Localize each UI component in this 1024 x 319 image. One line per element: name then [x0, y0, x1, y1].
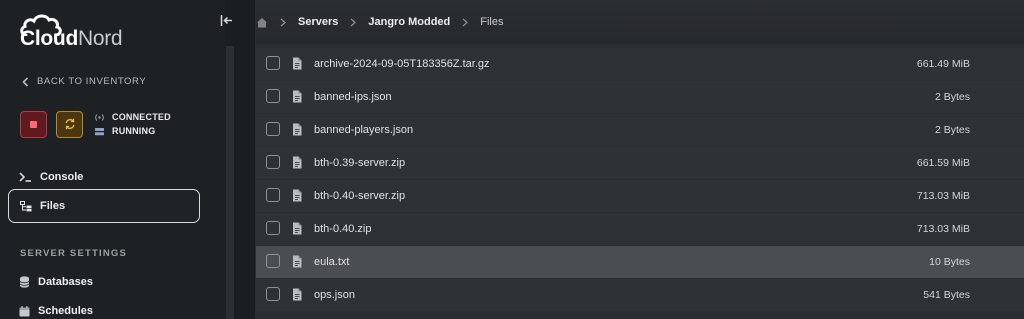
sidebar: CloudNord BACK TO INVENTORY CONNECTED RU…	[0, 0, 226, 319]
breadcrumb-current: Files	[480, 16, 504, 28]
power-controls: CONNECTED RUNNING	[20, 110, 171, 138]
file-size: 661.59 MiB	[916, 157, 970, 169]
file-size: 541 Bytes	[923, 289, 970, 301]
file-select-checkbox[interactable]	[266, 188, 280, 202]
file-row[interactable]: archive-2024-09-05T183356Z.tar.gz 661.49 …	[256, 48, 1024, 80]
database-icon	[19, 276, 30, 288]
file-select-checkbox[interactable]	[266, 254, 280, 268]
nav-console-label: Console	[40, 171, 84, 183]
nav-schedules[interactable]: Schedules	[8, 294, 200, 319]
file-name[interactable]: bth-0.40-server.zip	[314, 180, 405, 213]
breadcrumb-servers[interactable]: Servers	[298, 16, 338, 28]
file-name[interactable]: banned-players.json	[314, 114, 413, 147]
file-select-checkbox[interactable]	[266, 287, 280, 301]
file-icon	[293, 222, 302, 235]
breadcrumb-separator-icon	[462, 18, 469, 27]
file-size: 661.49 MiB	[916, 58, 970, 70]
file-name[interactable]: ops.json	[314, 279, 355, 312]
server-status: CONNECTED RUNNING	[94, 110, 171, 138]
file-icon	[293, 156, 302, 169]
file-icon	[293, 288, 302, 301]
brand-logo[interactable]: CloudNord	[20, 14, 123, 50]
connection-status: CONNECTED	[112, 112, 171, 122]
server-icon	[95, 127, 104, 135]
breadcrumb-separator-icon	[280, 18, 286, 27]
file-name[interactable]: archive-2024-09-05T183356Z.tar.gz	[314, 48, 490, 81]
file-row[interactable]: banned-ips.json 2 Bytes	[256, 81, 1024, 113]
file-size: 713.03 MiB	[916, 223, 970, 235]
nav-files[interactable]: Files	[8, 189, 200, 223]
file-size: 10 Bytes	[929, 256, 970, 268]
back-to-inventory-link[interactable]: BACK TO INVENTORY	[22, 76, 146, 87]
restart-server-button[interactable]	[56, 110, 83, 138]
file-name[interactable]: banned-ips.json	[314, 81, 392, 114]
file-select-checkbox[interactable]	[266, 122, 280, 136]
file-select-checkbox[interactable]	[266, 155, 280, 169]
file-row[interactable]: bth-0.40-server.zip 713.03 MiB	[256, 180, 1024, 212]
file-icon	[293, 189, 302, 202]
stop-icon	[30, 120, 37, 128]
restart-icon	[65, 118, 74, 130]
file-size: 713.03 MiB	[916, 190, 970, 202]
collapse-sidebar-icon[interactable]	[220, 14, 233, 27]
calendar-icon	[19, 305, 30, 316]
nav-files-label: Files	[40, 200, 66, 212]
sidebar-scrollbar[interactable]	[226, 0, 255, 319]
file-icon	[293, 57, 302, 70]
running-status: RUNNING	[112, 126, 156, 136]
file-list: archive-2024-09-05T183356Z.tar.gz 661.49 …	[256, 48, 1024, 312]
file-row[interactable]: bth-0.39-server.zip 661.59 MiB	[256, 147, 1024, 179]
brand-name: CloudNord	[20, 27, 123, 50]
file-row[interactable]: bth-0.40.zip 713.03 MiB	[256, 213, 1024, 245]
nav-schedules-label: Schedules	[38, 305, 94, 317]
terminal-icon	[19, 172, 31, 182]
file-name[interactable]: bth-0.39-server.zip	[314, 147, 405, 180]
file-icon	[293, 90, 302, 103]
back-to-inventory-label: BACK TO INVENTORY	[37, 76, 147, 87]
breadcrumb-server-name[interactable]: Jangro Modded	[368, 16, 450, 28]
scrollbar-thumb[interactable]	[226, 46, 234, 319]
folder-tree-icon	[20, 200, 32, 211]
stop-server-button[interactable]	[20, 110, 47, 138]
breadcrumb-separator-icon	[350, 18, 357, 27]
file-name[interactable]: eula.txt	[314, 246, 349, 279]
signal-icon	[95, 113, 104, 121]
file-row[interactable]: eula.txt 10 Bytes	[256, 246, 1024, 278]
file-select-checkbox[interactable]	[266, 89, 280, 103]
file-size: 2 Bytes	[934, 91, 970, 103]
home-icon[interactable]	[256, 17, 268, 28]
file-icon	[293, 123, 302, 136]
nav-databases-label: Databases	[38, 276, 94, 288]
chevron-left-icon	[22, 76, 29, 87]
file-select-checkbox[interactable]	[266, 221, 280, 235]
file-name[interactable]: bth-0.40.zip	[314, 213, 371, 246]
breadcrumb: Servers Jangro Modded Files	[256, 0, 1024, 44]
file-select-checkbox[interactable]	[266, 56, 280, 70]
file-icon	[293, 255, 302, 268]
file-row[interactable]: ops.json 541 Bytes	[256, 279, 1024, 311]
server-settings-heading: SERVER SETTINGS	[20, 248, 128, 259]
file-row[interactable]: banned-players.json 2 Bytes	[256, 114, 1024, 146]
file-size: 2 Bytes	[934, 124, 970, 136]
